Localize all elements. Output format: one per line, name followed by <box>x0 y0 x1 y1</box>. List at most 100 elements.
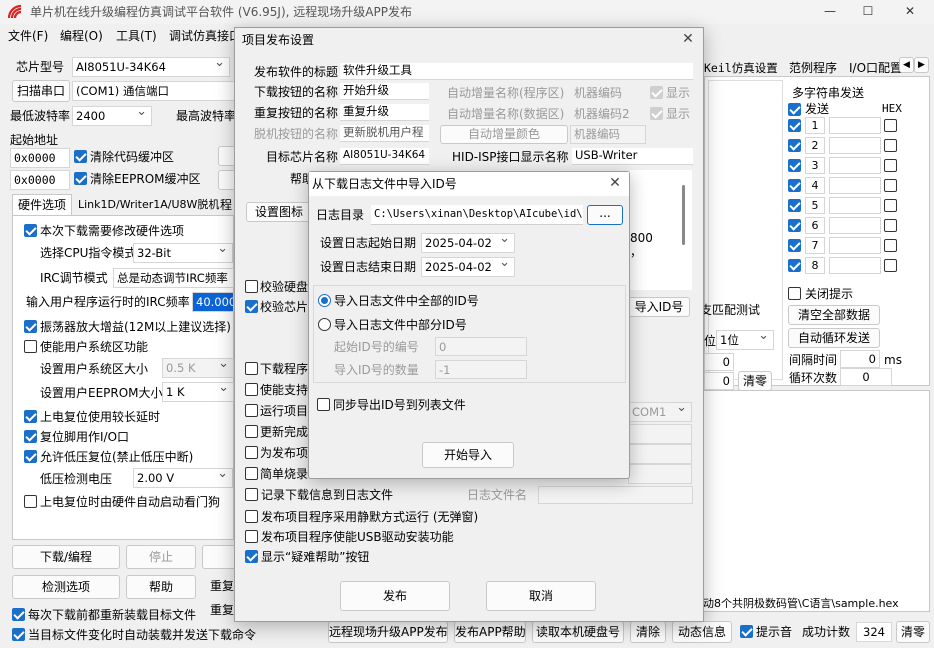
stop-button[interactable]: 停止 <box>126 545 196 569</box>
help-btn-checkbox[interactable] <box>245 550 258 563</box>
tab-scroll-right[interactable]: ▶ <box>914 57 929 73</box>
lvd-reset-checkbox[interactable] <box>24 450 37 463</box>
send-row-checkbox[interactable] <box>788 119 801 132</box>
send-row-number[interactable]: 4 <box>805 177 825 194</box>
publish-option-checkbox[interactable] <box>245 300 258 313</box>
remote-upgrade-button[interactable]: 远程现场升级APP发布 <box>328 621 448 643</box>
min-baud-select[interactable]: 2400 <box>72 106 152 126</box>
rpt-btn-name-field[interactable]: 重复升级 <box>340 104 429 121</box>
chip-select[interactable]: AI8051U-34K64 <box>72 57 230 77</box>
send-row-number[interactable]: 7 <box>805 237 825 254</box>
dl-btn-name-field[interactable]: 开始升级 <box>340 83 429 100</box>
send-row-checkbox[interactable] <box>788 219 801 232</box>
read-hdd-button[interactable]: 读取本机硬盘号 <box>532 621 624 643</box>
minimize-button[interactable]: — <box>810 0 850 24</box>
tab-keil[interactable]: Keil仿真设置 <box>704 59 778 77</box>
send-row-number[interactable]: 3 <box>805 157 825 174</box>
tab-hardware[interactable]: 硬件选项 <box>12 194 72 216</box>
count-field-1[interactable]: 0 <box>704 353 734 371</box>
scan-port-button[interactable]: 扫描串口 <box>12 80 70 102</box>
irc-mode-select[interactable]: 总是动态调节IRC频率 <box>113 268 234 288</box>
clear-button[interactable]: 清除 <box>630 621 666 643</box>
tab-io[interactable]: I/O口配置 <box>849 59 902 77</box>
log-name-field[interactable] <box>538 486 693 504</box>
import-dialog-close-icon[interactable]: ✕ <box>605 174 625 194</box>
menu-debug[interactable]: 调试仿真接口 <box>169 27 241 45</box>
import-all-radio[interactable] <box>318 294 331 307</box>
show1-checkbox[interactable] <box>650 86 663 99</box>
clear-eeprom-checkbox[interactable] <box>74 172 87 185</box>
silent-checkbox[interactable] <box>245 510 258 523</box>
count-field-2[interactable]: 0 <box>704 372 734 390</box>
send-row-number[interactable]: 8 <box>805 257 825 274</box>
loop-field[interactable]: 0 <box>840 368 892 386</box>
addr2-field[interactable]: 0x0000 <box>10 170 70 190</box>
send-row-text[interactable] <box>829 197 881 214</box>
tab-offline[interactable]: Link1D/Writer1A/U8W脱机 <box>78 196 219 214</box>
hid-name-field[interactable]: USB-Writer <box>572 148 693 165</box>
auto-loop-button[interactable]: 自动循环发送 <box>788 328 880 348</box>
sys-area-checkbox[interactable] <box>24 340 37 353</box>
send-row-number[interactable]: 6 <box>805 217 825 234</box>
send-row-text[interactable] <box>829 177 881 194</box>
modify-hw-checkbox[interactable] <box>24 224 37 237</box>
publish-field-1[interactable] <box>628 424 692 444</box>
send-row-checkbox[interactable] <box>788 259 801 272</box>
log-check-checkbox[interactable] <box>245 488 258 501</box>
send-row-checkbox[interactable] <box>788 159 801 172</box>
send-row-text[interactable] <box>829 157 881 174</box>
publish-field-3[interactable] <box>628 464 692 484</box>
send-row-hex-checkbox[interactable] <box>884 139 897 152</box>
send-row-number[interactable]: 5 <box>805 197 825 214</box>
publish-option-checkbox[interactable] <box>245 404 258 417</box>
tab-program[interactable]: 程 <box>220 196 232 214</box>
wdt-checkbox[interactable] <box>24 495 37 508</box>
sync-export-checkbox[interactable] <box>317 398 330 411</box>
offline-btn-name-field[interactable]: 更新脱机用户程 <box>340 125 429 142</box>
send-row-hex-checkbox[interactable] <box>884 259 897 272</box>
send-row-checkbox[interactable] <box>788 139 801 152</box>
help-button[interactable]: 帮助 <box>126 575 196 599</box>
close-tip-checkbox[interactable] <box>788 287 801 300</box>
osc-gain-checkbox[interactable] <box>24 320 37 333</box>
com-select[interactable]: COM1 <box>628 402 692 422</box>
long-delay-checkbox[interactable] <box>24 410 37 423</box>
sys-size-select[interactable]: 0.5 K <box>162 358 234 378</box>
tab-scroll-left[interactable]: ◀ <box>899 57 914 73</box>
dynamic-info-button[interactable]: 动态信息 <box>672 621 732 643</box>
send-row-hex-checkbox[interactable] <box>884 119 897 132</box>
log-dir-field[interactable]: C:\Users\xinan\Desktop\AIcube\id\s <box>371 205 583 225</box>
send-row-text[interactable] <box>829 257 881 274</box>
send-row-hex-checkbox[interactable] <box>884 179 897 192</box>
publish-option-checkbox[interactable] <box>245 425 258 438</box>
publish-option-checkbox[interactable] <box>245 383 258 396</box>
send-row-text[interactable] <box>829 117 881 134</box>
menu-program[interactable]: 编程(O) <box>60 27 103 45</box>
send-row-text[interactable] <box>829 237 881 254</box>
send-row-number[interactable]: 2 <box>805 137 825 154</box>
tab-examples[interactable]: 范例程序 <box>789 59 837 77</box>
send-row-hex-checkbox[interactable] <box>884 219 897 232</box>
publish-help-button[interactable]: 发布APP帮助 <box>454 621 526 643</box>
start-date-picker[interactable]: 2025-04-02 <box>421 233 515 253</box>
import-part-radio[interactable] <box>318 318 331 331</box>
addr1-field[interactable]: 0x0000 <box>10 148 70 168</box>
start-id-field[interactable]: 0 <box>435 337 527 356</box>
maximize-button[interactable]: ☐ <box>848 0 888 24</box>
show2-checkbox[interactable] <box>650 107 663 120</box>
eeprom-size-select[interactable]: 1 K <box>162 382 234 402</box>
publish-field-2[interactable] <box>628 444 692 464</box>
send-row-hex-checkbox[interactable] <box>884 159 897 172</box>
counter-clear-button[interactable]: 清零 <box>896 621 930 643</box>
help-text-scrollbar[interactable] <box>682 185 685 245</box>
cancel-button[interactable]: 取消 <box>486 581 596 611</box>
auto-reload-checkbox[interactable] <box>12 628 25 641</box>
send-row-checkbox[interactable] <box>788 199 801 212</box>
target-chip-field[interactable]: AI8051U-34K64 <box>340 148 429 165</box>
send-row-number[interactable]: 1 <box>805 117 825 134</box>
irc-input-field[interactable]: 40.000 <box>192 292 234 312</box>
send-row-checkbox[interactable] <box>788 239 801 252</box>
sound-tip-checkbox[interactable] <box>740 625 753 638</box>
id-count-field[interactable]: -1 <box>435 360 527 379</box>
end-date-picker[interactable]: 2025-04-02 <box>421 257 515 277</box>
